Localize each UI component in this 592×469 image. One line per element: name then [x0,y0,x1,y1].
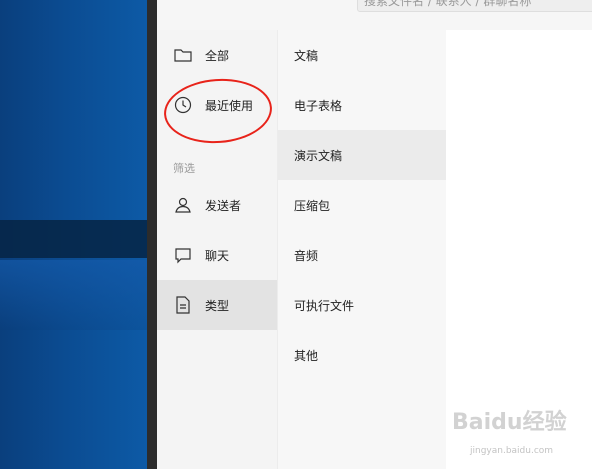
desktop-band [0,220,147,258]
nav-item-all[interactable]: 全部 [157,30,277,80]
file-manager-window: 搜索文件名 / 联系人 / 群聊名称 全部 最近使用 筛选 发送者 聊天 类型 … [157,0,592,469]
nav-label-type: 类型 [205,298,230,313]
baidu-watermark-url: jingyan.baidu.com [470,446,554,456]
nav-label-sender: 发送者 [205,198,242,213]
clock-icon [173,95,193,115]
search-input[interactable]: 搜索文件名 / 联系人 / 群聊名称 [357,0,592,12]
category-item-audio[interactable]: 音频 [278,230,447,280]
desktop-background [0,0,147,469]
chat-bubble-icon [173,245,193,265]
category-list: 文稿 电子表格 演示文稿 压缩包 音频 可执行文件 其他 [277,30,448,469]
nav-label-chat: 聊天 [205,248,230,263]
category-item-documents[interactable]: 文稿 [278,30,447,80]
category-item-other[interactable]: 其他 [278,330,447,380]
window-frame [147,0,157,469]
nav-label-recent: 最近使用 [205,98,254,113]
category-item-presentations[interactable]: 演示文稿 [278,130,447,180]
top-bar: 搜索文件名 / 联系人 / 群聊名称 [157,0,592,31]
section-label-filter: 筛选 [173,162,195,175]
category-item-executables[interactable]: 可执行文件 [278,280,447,330]
desktop-highlight [0,260,147,330]
nav-item-sender[interactable]: 发送者 [157,180,277,230]
nav-label-all: 全部 [205,48,230,63]
nav-item-chat[interactable]: 聊天 [157,230,277,280]
nav-item-type[interactable]: 类型 [157,280,277,330]
category-item-archives[interactable]: 压缩包 [278,180,447,230]
folder-icon [173,45,193,65]
baidu-watermark: Baidu经验 [452,410,567,435]
nav-item-recent[interactable]: 最近使用 [157,80,277,130]
left-nav: 全部 最近使用 筛选 发送者 聊天 类型 [157,30,277,469]
person-icon [173,195,193,215]
document-icon [173,295,193,315]
category-item-spreadsheets[interactable]: 电子表格 [278,80,447,130]
